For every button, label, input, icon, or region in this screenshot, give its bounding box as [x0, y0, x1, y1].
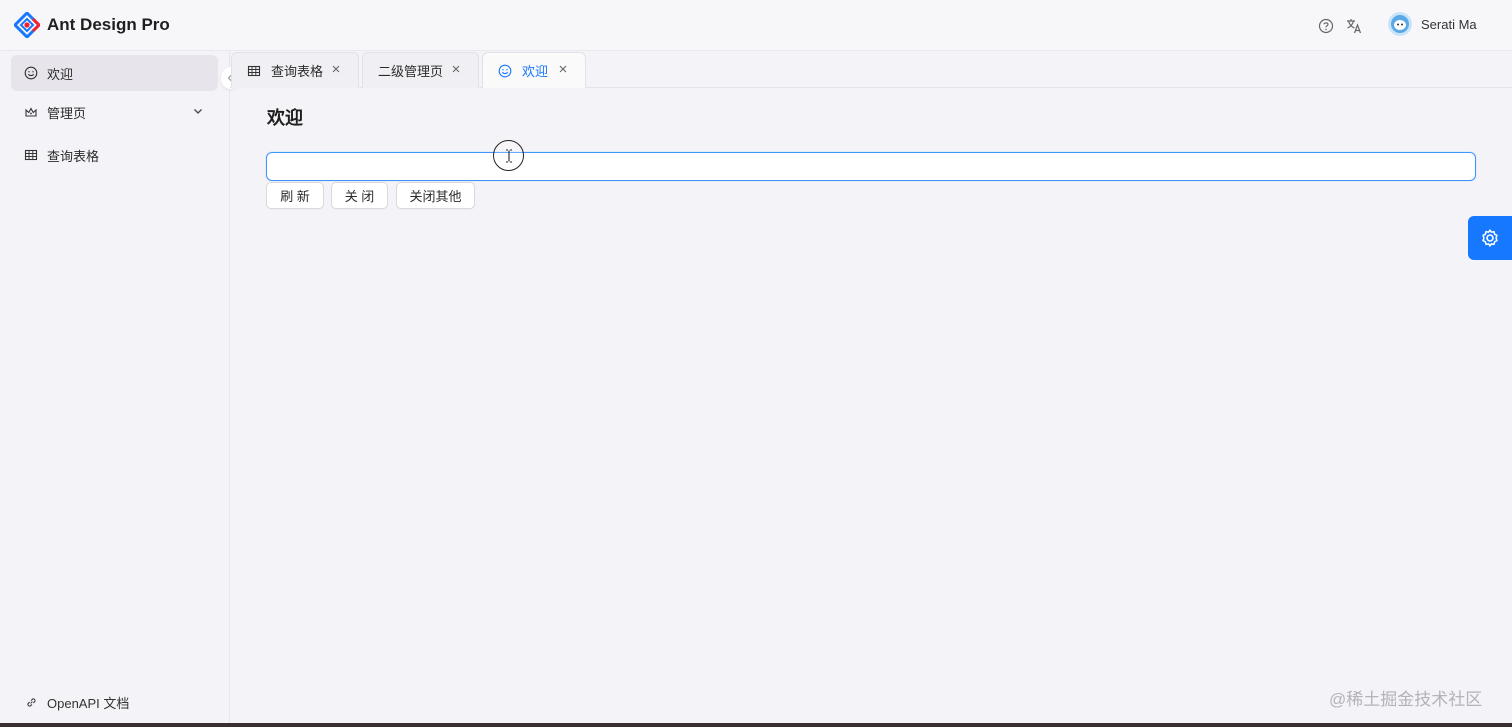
tab-welcome[interactable]: 欢迎 [482, 52, 586, 88]
app-title: Ant Design Pro [47, 15, 170, 34]
smile-icon [24, 66, 38, 80]
smile-icon [498, 64, 512, 78]
tab-label: 欢迎 [522, 64, 549, 79]
avatar [1388, 12, 1412, 36]
page-tabs: 查询表格 二级管理页 欢迎 [230, 51, 1512, 88]
close-icon[interactable] [450, 63, 462, 75]
gear-icon [1482, 229, 1498, 247]
user-name: Serati Ma [1421, 16, 1477, 32]
sidebar-item-table[interactable]: 查询表格 [11, 137, 218, 173]
crown-icon [24, 105, 38, 119]
close-others-button[interactable]: 关闭其他 [396, 182, 475, 209]
user-menu[interactable]: Serati Ma [1388, 12, 1477, 36]
sidebar-item-admin[interactable]: 管理页 [11, 94, 218, 130]
translation-icon[interactable] [1342, 14, 1366, 38]
sidebar: 欢迎 管理页 查询表格 OpenAPI 文档 [0, 51, 230, 727]
text-input[interactable] [266, 152, 1476, 181]
settings-drawer-button[interactable] [1468, 216, 1512, 260]
logo[interactable]: Ant Design Pro [14, 12, 170, 38]
openapi-docs-link[interactable]: OpenAPI 文档 [25, 693, 129, 712]
tab-label: 查询表格 [271, 64, 324, 79]
top-header: Ant Design Pro Serati Ma [0, 0, 1512, 51]
table-icon [24, 148, 38, 162]
window-bottom-edge [0, 723, 1512, 727]
table-icon [247, 64, 261, 78]
tab-secondary-admin[interactable]: 二级管理页 [362, 52, 479, 88]
chevron-down-icon [192, 105, 204, 117]
refresh-button[interactable]: 刷 新 [266, 182, 324, 209]
sidebar-item-label: 管理页 [47, 105, 87, 121]
openapi-docs-label: OpenAPI 文档 [47, 696, 130, 711]
close-icon[interactable] [557, 63, 569, 75]
tab-label: 二级管理页 [378, 64, 444, 79]
sidebar-item-label: 查询表格 [47, 148, 100, 164]
sidebar-item-welcome[interactable]: 欢迎 [11, 55, 218, 91]
sidebar-item-label: 欢迎 [47, 66, 74, 82]
question-circle-icon[interactable] [1314, 14, 1338, 38]
tab-query-table[interactable]: 查询表格 [231, 52, 359, 88]
close-button[interactable]: 关 闭 [331, 182, 388, 209]
ant-design-logo-icon [14, 12, 40, 38]
text-cursor-icon [493, 140, 524, 171]
page-title: 欢迎 [267, 108, 303, 128]
watermark: @稀土掘金技术社区 [1329, 690, 1483, 709]
link-icon [25, 696, 38, 709]
close-icon[interactable] [330, 63, 342, 75]
